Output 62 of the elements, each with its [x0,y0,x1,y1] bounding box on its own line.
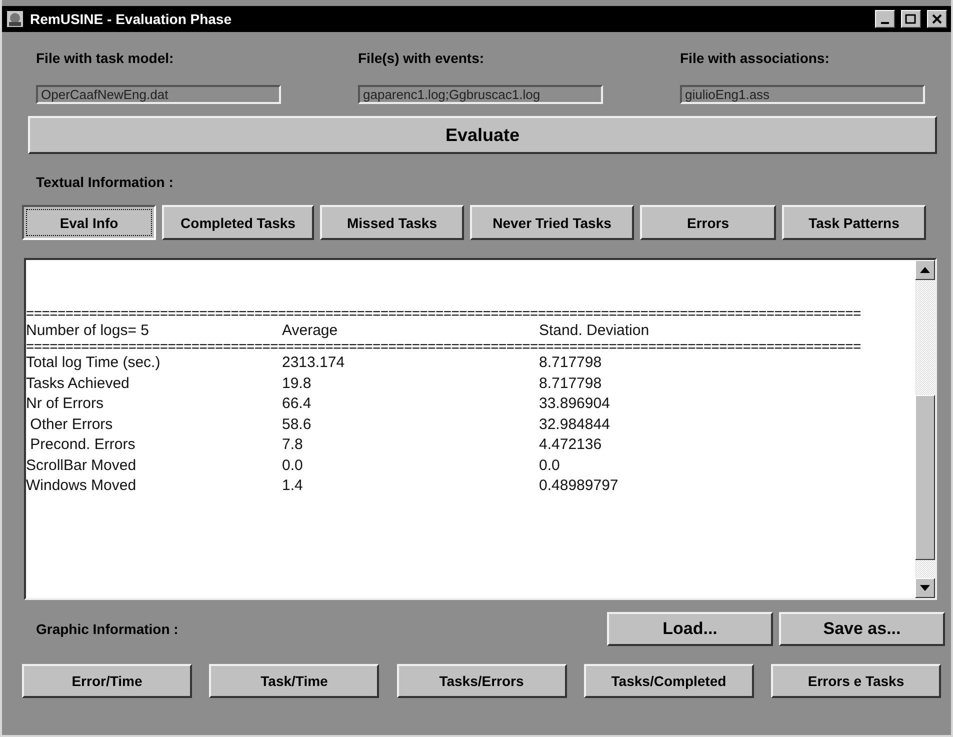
report-cell-text: 0.48989797 [539,477,620,494]
report-cell-text: Total log Time (sec.) [26,354,162,372]
separator-line: ========================================================================================================== [26,340,862,352]
close-icon [932,14,942,24]
app-icon [6,10,24,28]
column-heading: Average [282,322,339,339]
field-label: File with task model: [36,50,175,66]
scroll-thumb[interactable] [915,395,935,560]
report-cell-text: 0.0 [539,456,561,474]
report-cell-text: 58.6 [282,416,312,433]
section-heading: Textual Information : [35,174,174,190]
report-cell-text: ScrollBar Moved [26,456,138,474]
file-field[interactable]: gaparenc1.log;Ggbruscac1.log [358,85,603,104]
field-label: File(s) with events: [358,50,486,66]
tab[interactable]: Eval Info [22,205,156,240]
minimize-button[interactable] [875,10,895,28]
report-cell-text: Nr of Errors [26,395,105,412]
report-cell-text: 2313.174 [282,354,346,372]
down-arrow-icon [920,585,930,591]
section-heading: Graphic Information : [36,621,180,637]
column-heading: Number of logs= 5 [26,322,150,339]
scrollbar[interactable] [915,260,935,598]
file-field[interactable]: giulioEng1.ass [680,85,925,104]
report-cell-text: 33.896904 [539,395,611,412]
report-cell-text: 66.4 [282,395,312,412]
separator-line: ========================================================================================================== [26,308,862,320]
chart-button[interactable]: Task/Time [209,664,380,698]
tab[interactable]: Never Tried Tasks [470,205,634,240]
report-cell-text: Windows Moved [26,477,138,494]
chart-button[interactable]: Tasks/Errors [396,664,566,698]
report-cell-text: 19.8 [282,374,312,392]
report-cell-text: 1.4 [282,477,304,494]
tab[interactable]: Task Patterns [782,205,926,240]
chart-button[interactable]: Tasks/Completed [584,664,754,698]
report-cell-text: 0.0 [282,456,304,474]
tab[interactable]: Completed Tasks [162,205,314,240]
report-cell-text: Precond. Errors [29,436,136,454]
minimize-icon [881,22,889,24]
maximize-icon [905,14,917,24]
report-cell-text: Tasks Achieved [26,374,130,392]
report-cell-text: Other Errors [29,416,114,433]
report-cell-text: 4.472136 [539,436,603,454]
evaluate-button[interactable]: Evaluate [28,116,937,154]
tab[interactable]: Missed Tasks [320,205,464,240]
report-cell-text: 7.8 [282,436,304,454]
tab[interactable]: Errors [640,205,776,240]
close-button[interactable] [927,10,947,28]
file-field[interactable]: OperCaafNewEng.dat [36,85,281,104]
field-label: File with associations: [680,50,830,66]
chart-button[interactable]: Error/Time [22,664,192,698]
report-cell-text: 8.717798 [539,374,603,392]
column-heading: Stand. Deviation [539,322,650,339]
maximize-button[interactable] [901,10,921,28]
scroll-down-button[interactable] [915,578,935,598]
chart-button[interactable]: Errors e Tasks [771,664,941,698]
save-button[interactable]: Save as... [779,612,945,646]
window-title: RemUSINE - Evaluation Phase [30,11,233,27]
load-button[interactable]: Load... [607,612,773,646]
report-cell-text: 32.984844 [539,416,611,433]
up-arrow-icon [920,267,930,273]
scroll-up-button[interactable] [915,260,935,280]
report-cell-text: 8.717798 [539,354,603,372]
